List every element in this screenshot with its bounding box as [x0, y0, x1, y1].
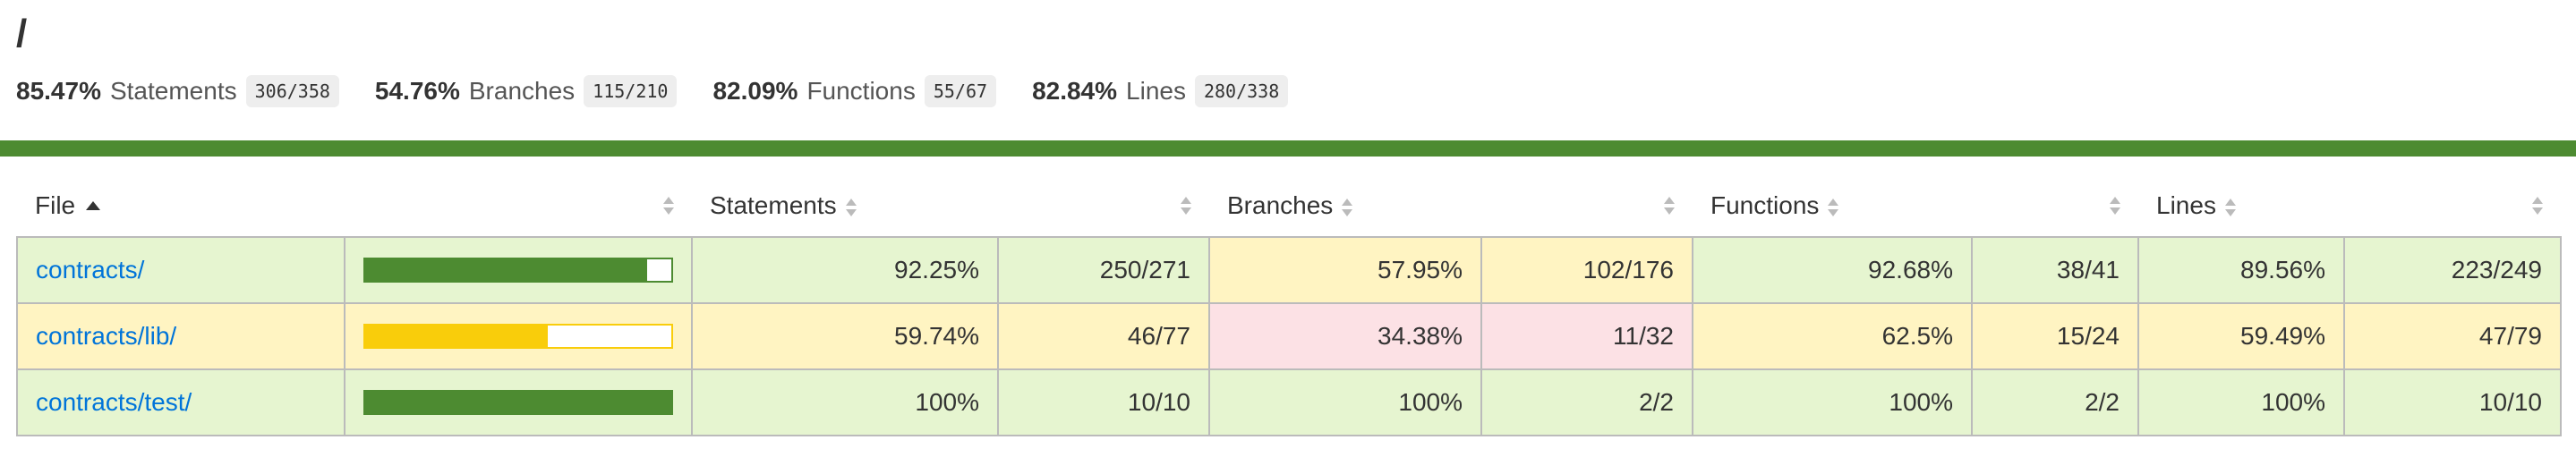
header-file-bar[interactable]: [345, 175, 692, 237]
sort-icon: [1828, 198, 1839, 217]
file-link[interactable]: contracts/test/: [36, 388, 192, 416]
summary-functions-pct: 82.09%: [712, 77, 798, 105]
statements-frac-cell: 250/271: [997, 236, 1210, 304]
branches-frac-cell: 11/32: [1480, 302, 1693, 370]
sort-icon: [845, 198, 857, 217]
header-statements-frac[interactable]: [998, 175, 1209, 237]
summary-lines-fraction: 280/338: [1194, 75, 1289, 107]
summary-branches: 54.76% Branches 115/210: [375, 75, 678, 107]
summary-lines-label: Lines: [1126, 77, 1186, 105]
file-cell: contracts/test/: [16, 368, 345, 436]
branches-pct-cell: 100%: [1208, 368, 1482, 436]
coverage-summary: 85.47% Statements 306/358 54.76% Branche…: [16, 72, 1324, 111]
sort-icon: [2532, 196, 2543, 216]
summary-statements-fraction: 306/358: [245, 75, 339, 107]
functions-pct-cell: 92.68%: [1692, 236, 1973, 304]
coverage-bar-fill: [365, 259, 648, 281]
branches-pct-cell: 57.95%: [1208, 236, 1482, 304]
header-lines[interactable]: Lines: [2138, 175, 2344, 237]
summary-functions-fraction: 55/67: [924, 75, 997, 107]
coverage-table: File Statements Branches Functions Lines…: [16, 175, 2562, 436]
file-cell: contracts/: [16, 236, 345, 304]
file-link[interactable]: contracts/lib/: [36, 322, 176, 350]
header-functions[interactable]: Functions: [1693, 175, 1972, 237]
coverage-bar-fill: [365, 392, 671, 413]
table-row: contracts/ 92.25% 250/271 57.95% 102/176…: [16, 236, 2562, 304]
summary-branches-label: Branches: [468, 77, 576, 105]
statements-pct-cell: 100%: [691, 368, 999, 436]
branches-pct-cell: 34.38%: [1208, 302, 1482, 370]
branches-frac-cell: 2/2: [1480, 368, 1693, 436]
overall-status-bar: [0, 140, 2576, 157]
coverage-report-page: / 85.47% Statements 306/358 54.76% Branc…: [0, 0, 2576, 474]
sort-ascending-icon: [86, 200, 101, 210]
file-link[interactable]: contracts/: [36, 256, 144, 284]
header-branches[interactable]: Branches: [1209, 175, 1481, 237]
sort-icon: [2224, 198, 2236, 217]
sort-icon: [1664, 196, 1675, 216]
summary-statements-label: Statements: [109, 77, 237, 105]
summary-statements-pct: 85.47%: [16, 77, 101, 105]
header-branches-label: Branches: [1227, 191, 1334, 219]
header-functions-label: Functions: [1710, 191, 1820, 219]
lines-pct-cell: 89.56%: [2137, 236, 2345, 304]
lines-frac-cell: 223/249: [2343, 236, 2562, 304]
summary-functions-label: Functions: [806, 77, 916, 105]
summary-branches-pct: 54.76%: [374, 77, 460, 105]
table-header-row: File Statements Branches Functions Lines: [17, 175, 2561, 237]
coverage-bar-fill: [365, 326, 549, 347]
statements-frac-cell: 46/77: [997, 302, 1210, 370]
functions-pct-cell: 62.5%: [1692, 302, 1973, 370]
sort-icon: [1181, 196, 1191, 216]
summary-statements: 85.47% Statements 306/358: [16, 75, 339, 107]
header-branches-frac[interactable]: [1481, 175, 1693, 237]
sort-icon: [1342, 198, 1353, 217]
header-lines-frac[interactable]: [2344, 175, 2561, 237]
coverage-bar: [363, 258, 673, 283]
statements-pct-cell: 59.74%: [691, 302, 999, 370]
header-file[interactable]: File: [17, 175, 345, 237]
functions-pct-cell: 100%: [1692, 368, 1973, 436]
lines-frac-cell: 10/10: [2343, 368, 2562, 436]
sort-icon: [663, 196, 674, 216]
lines-pct-cell: 100%: [2137, 368, 2345, 436]
coverage-bar-cell: [344, 236, 693, 304]
page-title: /: [16, 12, 28, 55]
header-lines-label: Lines: [2156, 191, 2216, 219]
header-file-label: File: [35, 191, 76, 219]
coverage-bar-cell: [344, 368, 693, 436]
branches-frac-cell: 102/176: [1480, 236, 1693, 304]
functions-frac-cell: 15/24: [1971, 302, 2139, 370]
header-statements-label: Statements: [710, 191, 837, 219]
functions-frac-cell: 38/41: [1971, 236, 2139, 304]
header-functions-frac[interactable]: [1972, 175, 2138, 237]
statements-frac-cell: 10/10: [997, 368, 1210, 436]
file-cell: contracts/lib/: [16, 302, 345, 370]
coverage-bar: [363, 390, 673, 415]
summary-lines: 82.84% Lines 280/338: [1032, 75, 1289, 107]
sort-icon: [2110, 196, 2120, 216]
coverage-bar: [363, 324, 673, 349]
statements-pct-cell: 92.25%: [691, 236, 999, 304]
lines-pct-cell: 59.49%: [2137, 302, 2345, 370]
coverage-bar-cell: [344, 302, 693, 370]
summary-functions: 82.09% Functions 55/67: [712, 75, 997, 107]
summary-branches-fraction: 115/210: [584, 75, 678, 107]
table-row: contracts/test/ 100% 10/10 100% 2/2 100%…: [16, 368, 2562, 436]
summary-lines-pct: 82.84%: [1032, 77, 1118, 105]
functions-frac-cell: 2/2: [1971, 368, 2139, 436]
lines-frac-cell: 47/79: [2343, 302, 2562, 370]
table-row: contracts/lib/ 59.74% 46/77 34.38% 11/32…: [16, 302, 2562, 370]
header-statements[interactable]: Statements: [692, 175, 998, 237]
